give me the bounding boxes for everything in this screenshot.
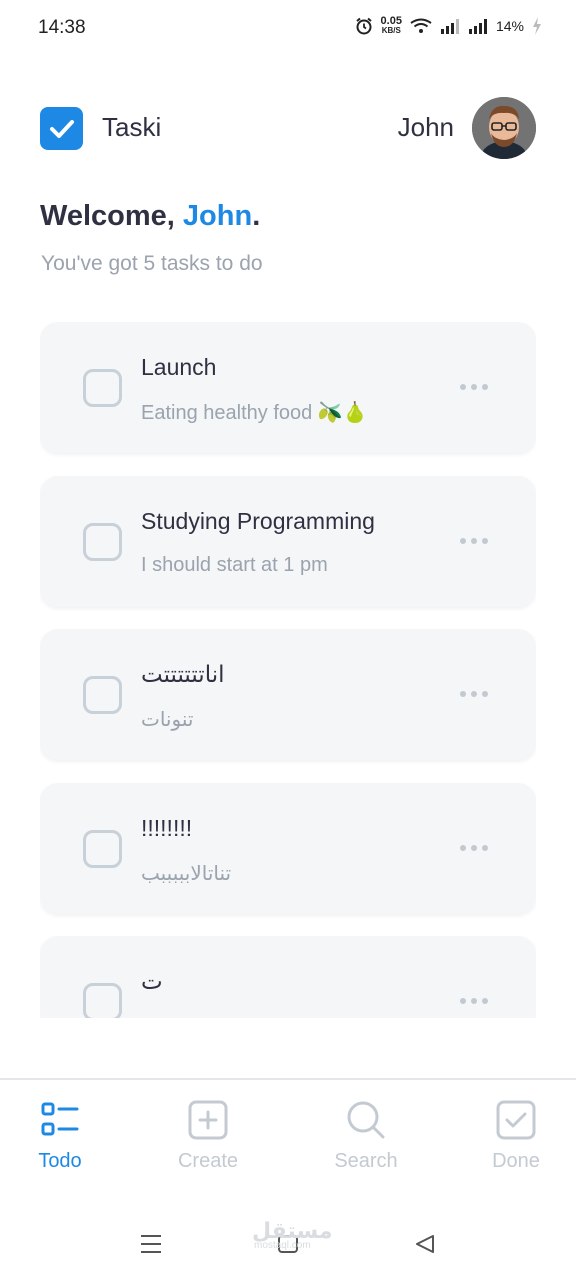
back-icon[interactable] <box>414 1234 436 1254</box>
user-photo <box>472 97 536 159</box>
more-options-icon[interactable] <box>460 384 488 392</box>
task-title: اناتتتتتتت <box>141 661 225 687</box>
nav-item-done[interactable]: Done <box>456 1100 576 1173</box>
battery-level: 14% <box>495 18 524 34</box>
task-count-subtitle: You've got 5 tasks to do <box>41 252 263 275</box>
wifi-icon <box>410 18 432 33</box>
search-icon <box>347 1101 385 1139</box>
task-title: Studying Programming <box>141 508 375 534</box>
nav-label-search: Search <box>334 1150 398 1172</box>
nav-item-search[interactable]: Search <box>306 1100 426 1173</box>
task-checkbox[interactable] <box>83 676 122 714</box>
nav-item-todo[interactable]: Todo <box>0 1100 120 1173</box>
task-card[interactable]: Launch Eating healthy food 🫒🍐 <box>40 322 536 453</box>
checkmark-icon <box>49 119 74 138</box>
network-speed-value: 0.05 <box>380 15 402 27</box>
welcome-suffix: . <box>252 200 261 232</box>
nav-label-todo: Todo <box>38 1150 82 1172</box>
bottom-nav: Todo Create Search Done <box>0 1100 576 1200</box>
nav-item-create[interactable]: Create <box>148 1100 268 1173</box>
nav-label-create: Create <box>177 1150 239 1172</box>
app-logo <box>40 107 83 150</box>
alarm-icon <box>355 17 372 35</box>
task-list[interactable]: Launch Eating healthy food 🫒🍐 Studying P… <box>40 322 536 1018</box>
todo-list-icon <box>41 1102 79 1136</box>
menu-icon[interactable] <box>140 1234 162 1254</box>
more-options-icon[interactable] <box>460 998 488 1006</box>
network-speed-unit: KB/S <box>381 26 401 35</box>
app-header: Taski John <box>40 96 536 160</box>
avatar[interactable] <box>472 97 536 159</box>
task-description: Eating healthy food 🫒🍐 <box>141 402 368 424</box>
more-options-icon[interactable] <box>460 845 488 853</box>
app-name: Taski <box>102 112 162 142</box>
more-options-icon[interactable] <box>460 538 488 546</box>
task-checkbox[interactable] <box>83 983 122 1018</box>
more-options-icon[interactable] <box>460 691 488 699</box>
status-time: 14:38 <box>38 17 86 38</box>
nav-divider <box>0 1078 576 1080</box>
plus-square-icon <box>188 1100 228 1140</box>
task-card[interactable]: ت <box>40 936 536 1018</box>
task-description: تنونات <box>141 709 194 731</box>
task-title: ت <box>141 968 163 994</box>
welcome-greeting: Welcome, <box>40 200 175 232</box>
welcome-heading: Welcome, John. <box>40 200 260 233</box>
status-bar: 14:38 0.05 KB/S 14% <box>0 0 576 56</box>
status-icons: 0.05 KB/S 14% <box>355 16 542 36</box>
task-title: !!!!!!!! <box>141 815 193 841</box>
task-description: I should start at 1 pm <box>141 554 328 576</box>
user-name: John <box>397 112 454 142</box>
signal-icon-2 <box>468 19 487 34</box>
task-card[interactable]: !!!!!!!! تناتالابببببب <box>40 783 536 914</box>
task-description: تناتالابببببب <box>141 863 232 885</box>
welcome-user-name: John <box>182 200 253 232</box>
check-square-icon <box>496 1100 536 1140</box>
task-card[interactable]: اناتتتتتتت تنونات <box>40 629 536 760</box>
watermark-url: mostaql.com <box>254 1240 311 1251</box>
task-title: Launch <box>141 354 217 380</box>
task-checkbox[interactable] <box>83 369 122 407</box>
task-checkbox[interactable] <box>83 830 122 868</box>
nav-label-done: Done <box>492 1150 540 1172</box>
signal-icon <box>440 19 459 34</box>
task-card[interactable]: Studying Programming I should start at 1… <box>40 476 536 607</box>
task-checkbox[interactable] <box>83 523 122 561</box>
charging-icon <box>533 17 541 35</box>
network-speed: 0.05 KB/S <box>381 16 402 36</box>
